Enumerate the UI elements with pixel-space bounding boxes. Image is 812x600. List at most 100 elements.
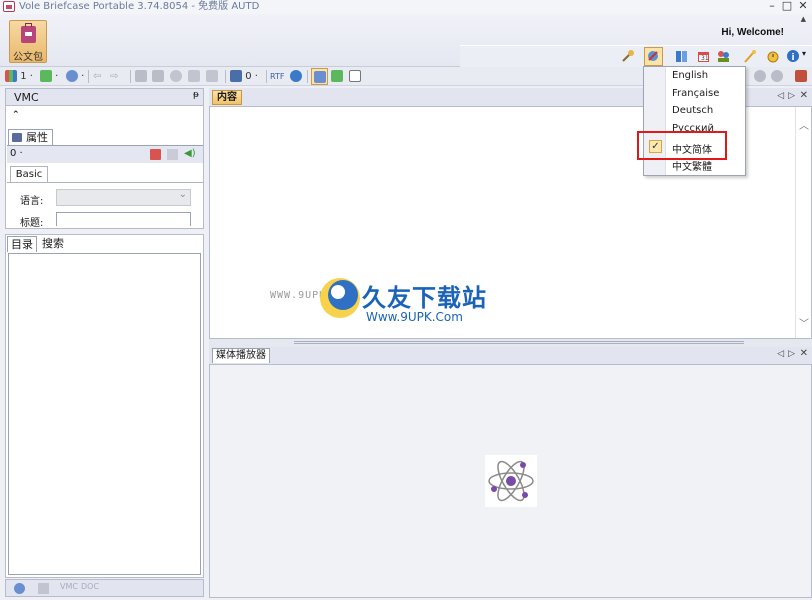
vmc-panel-header: VMC ᵽ <box>5 88 204 106</box>
grid-icon[interactable] <box>135 70 147 83</box>
ribbon-collapse-icon[interactable]: ▲ <box>801 15 806 23</box>
content-scrollbar[interactable]: ︿ ﹀ <box>795 107 811 338</box>
wand-icon[interactable] <box>742 49 757 64</box>
toolbar-divider <box>130 70 131 83</box>
briefcase-button[interactable]: 公文包 <box>9 20 47 63</box>
panel-splitter[interactable] <box>209 339 812 347</box>
scroll-left-icon[interactable]: ◁ <box>777 91 784 101</box>
svg-text:31: 31 <box>701 55 709 62</box>
link-button[interactable]: · <box>66 70 84 83</box>
language-button[interactable] <box>644 47 663 66</box>
panel-icon[interactable] <box>349 70 361 83</box>
catalog-tree[interactable] <box>8 253 201 575</box>
language-select[interactable] <box>56 189 191 206</box>
menu-item-english[interactable]: English <box>672 70 708 81</box>
speaker-icon[interactable]: ◀) <box>184 148 196 159</box>
save-button[interactable]: 0 · <box>230 70 258 83</box>
rtf-icon[interactable]: RTF <box>270 70 284 83</box>
save-icon <box>230 70 242 82</box>
tools-icon[interactable] <box>620 49 635 64</box>
maximize-button[interactable]: □ <box>780 0 794 13</box>
globe-icon[interactable] <box>14 583 25 594</box>
calendar-icon[interactable]: 31 <box>696 49 711 64</box>
tab-search[interactable]: 搜索 <box>39 236 67 252</box>
menu-item-german[interactable]: Deutsch <box>672 105 713 116</box>
catalog-panel: 目录 搜索 <box>5 234 204 578</box>
scroll-right-icon[interactable]: ▷ <box>788 91 795 101</box>
splitter-grip <box>294 341 519 344</box>
welcome-text: Hi, Welcome! <box>721 27 784 38</box>
note-button[interactable]: · <box>40 70 58 83</box>
close-panel-icon[interactable]: ✕ <box>800 348 808 359</box>
note-icon <box>40 70 52 82</box>
save-count: 0 · <box>245 71 258 82</box>
doc-icon[interactable]: DOC <box>81 582 99 591</box>
close-panel-icon[interactable]: ✕ <box>800 90 808 101</box>
svg-text:i: i <box>792 53 795 63</box>
properties-panel: ⌃ 属性 0 · ◀) Basic 语言: 标题: <box>5 106 204 229</box>
tab-properties[interactable]: 属性 <box>8 129 53 145</box>
divider <box>7 182 203 183</box>
pin-icon[interactable]: ᵽ <box>193 90 199 100</box>
tab-content[interactable]: 内容 <box>212 90 242 105</box>
highlight-box <box>637 131 727 160</box>
atom-icon <box>485 455 537 507</box>
print-icon[interactable] <box>188 70 200 83</box>
scroll-up-icon[interactable]: ︿ <box>799 117 809 132</box>
ribbon: ▲ 公文包 Hi, Welcome! 31 i ▾ <box>0 14 812 67</box>
tab-catalog[interactable]: 目录 <box>7 236 37 252</box>
vmc-icon[interactable]: VMC <box>60 582 78 591</box>
briefcase-label: 公文包 <box>13 52 43 63</box>
window-title: Vole Briefcase Portable 3.74.8054 - 免费版 … <box>19 1 260 12</box>
scroll-down-icon[interactable]: ﹀ <box>799 315 809 330</box>
nav-forward-icon[interactable] <box>771 70 783 83</box>
nav-back-icon[interactable] <box>754 70 766 83</box>
media-player-area[interactable] <box>209 364 812 598</box>
link-icon <box>66 70 78 82</box>
menu-item-french[interactable]: Française <box>672 88 719 99</box>
media-panel-header: 媒体播放器 ◁ ▷ ✕ <box>209 347 812 364</box>
pdf-icon[interactable] <box>150 149 161 160</box>
image-icon[interactable] <box>167 149 178 160</box>
menu-item-chinese-traditional[interactable]: 中文繁體 <box>672 158 712 173</box>
app-icon <box>3 1 15 12</box>
forward-arrow-icon[interactable]: ⇨ <box>110 70 118 83</box>
layout-button[interactable] <box>311 68 328 85</box>
language-label: 语言: <box>20 196 44 207</box>
properties-count[interactable]: 0 · <box>10 148 23 159</box>
tools2-icon[interactable] <box>331 70 343 83</box>
info-icon[interactable]: i <box>786 49 801 64</box>
title-bar: Vole Briefcase Portable 3.74.8054 - 免费版 … <box>0 0 812 14</box>
grid2-icon[interactable] <box>152 70 164 83</box>
vmc-panel-title: VMC <box>14 91 39 104</box>
toolbar-divider <box>88 70 89 83</box>
exit-icon[interactable] <box>795 70 807 83</box>
timer-icon[interactable] <box>766 49 781 64</box>
people-icon[interactable] <box>716 49 731 64</box>
minimize-button[interactable]: – <box>765 0 779 13</box>
info-dropdown-icon[interactable]: ▾ <box>802 49 812 64</box>
sync-icon[interactable] <box>290 70 302 83</box>
briefcase-icon <box>21 23 36 43</box>
book-icon[interactable] <box>674 49 689 64</box>
tab-media-player[interactable]: 媒体播放器 <box>212 348 270 363</box>
chart-button[interactable]: 1 · <box>5 70 33 83</box>
toolbar-divider <box>225 70 226 83</box>
calendar2-icon[interactable] <box>38 583 49 594</box>
collapse-chevron-icon[interactable]: ⌃ <box>12 110 20 120</box>
close-button[interactable]: ✕ <box>796 0 810 13</box>
chart-icon <box>5 70 17 82</box>
chart-count: 1 · <box>20 71 33 82</box>
back-arrow-icon[interactable]: ⇦ <box>93 70 101 83</box>
properties-toolbar: 0 · ◀) <box>7 145 203 163</box>
toolbar-divider <box>266 70 267 83</box>
title-label: 标题: <box>20 218 44 229</box>
title-input[interactable] <box>56 212 191 226</box>
quick-access-bar: 31 i ▾ <box>460 45 812 67</box>
user-icon[interactable] <box>170 70 182 83</box>
tab-basic[interactable]: Basic <box>10 166 48 182</box>
scroll-right-icon[interactable]: ▷ <box>788 349 795 359</box>
scroll-left-icon[interactable]: ◁ <box>777 349 784 359</box>
window-icon[interactable] <box>206 70 218 83</box>
left-bottom-toolbar: VMC DOC <box>5 579 204 597</box>
